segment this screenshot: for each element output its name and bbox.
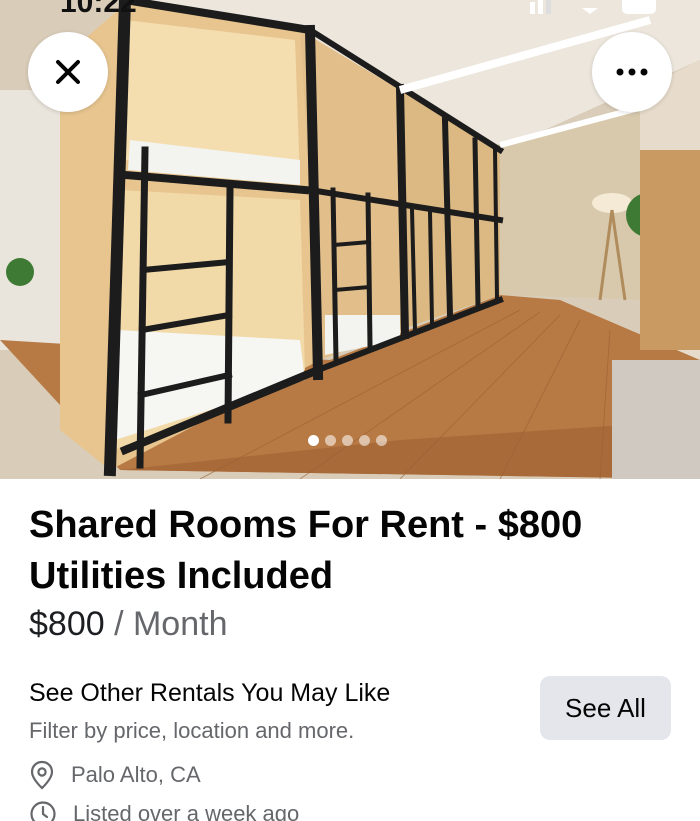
close-icon — [56, 60, 80, 84]
pagination-dot[interactable] — [359, 435, 370, 446]
location-row[interactable]: Palo Alto, CA — [29, 760, 201, 790]
more-options-button[interactable] — [592, 32, 672, 112]
close-button[interactable] — [28, 32, 108, 112]
price-unit: / Month — [114, 605, 228, 643]
pagination-dot[interactable] — [308, 435, 319, 446]
listed-text: Listed over a week ago — [73, 801, 300, 821]
status-icons — [530, 0, 656, 14]
clock-icon — [30, 801, 56, 821]
see-all-button[interactable]: See All — [540, 676, 671, 740]
listing-price: $800 / Month — [29, 605, 227, 644]
status-time: 10:22 — [60, 0, 137, 19]
listing-title: Shared Rooms For Rent - $800 Utilities I… — [29, 504, 583, 597]
listing-photo[interactable]: 10:22 — [0, 0, 700, 479]
photo-pagination[interactable] — [308, 435, 387, 446]
pagination-dot[interactable] — [376, 435, 387, 446]
pagination-dot[interactable] — [342, 435, 353, 446]
price-amount: $800 — [29, 605, 105, 643]
pagination-dot[interactable] — [325, 435, 336, 446]
suggestions-heading: See Other Rentals You May Like — [29, 679, 391, 707]
location-pin-icon — [30, 760, 54, 790]
more-horizontal-icon — [616, 68, 648, 76]
listed-row: Listed over a week ago — [29, 800, 299, 821]
location-text: Palo Alto, CA — [71, 762, 201, 787]
suggestions-subtext: Filter by price, location and more. — [29, 718, 355, 743]
